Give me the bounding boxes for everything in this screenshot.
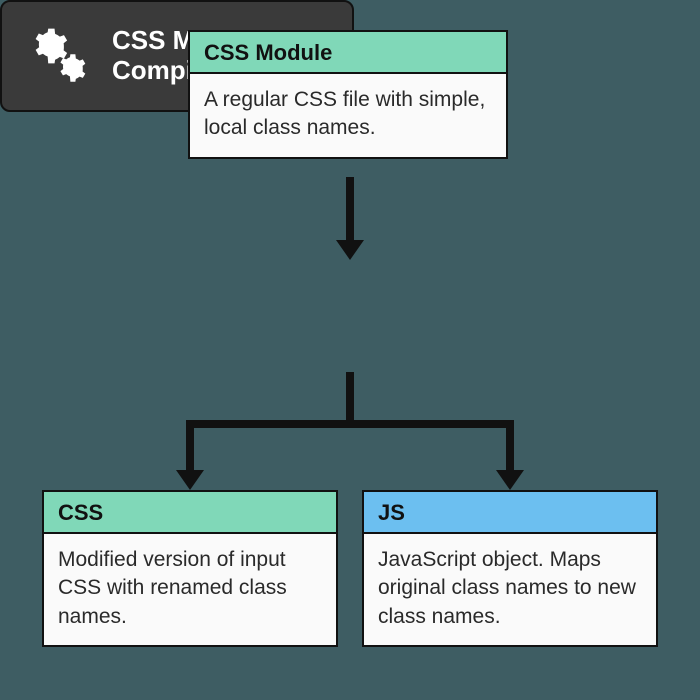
css-module-header: CSS Module	[190, 32, 506, 74]
arrow-to-js-shaft	[506, 420, 514, 472]
js-output-title: JS	[378, 500, 405, 525]
arrow-module-to-compiler-shaft	[346, 177, 354, 242]
arrow-compiler-down-shaft	[346, 372, 354, 424]
js-output-body: JavaScript object. Maps original class n…	[364, 534, 656, 645]
js-output-box: JS JavaScript object. Maps original clas…	[362, 490, 658, 647]
arrow-module-to-compiler-head	[336, 240, 364, 260]
css-output-header: CSS	[44, 492, 336, 534]
css-module-body: A regular CSS file with simple, local cl…	[190, 74, 506, 157]
css-output-body: Modified version of input CSS with renam…	[44, 534, 336, 645]
gear-icon	[56, 53, 86, 83]
gears-icon	[30, 27, 92, 85]
css-module-title: CSS Module	[204, 40, 332, 65]
arrow-to-css-shaft	[186, 420, 194, 472]
css-output-box: CSS Modified version of input CSS with r…	[42, 490, 338, 647]
css-output-title: CSS	[58, 500, 103, 525]
arrow-to-js-head	[496, 470, 524, 490]
js-output-header: JS	[364, 492, 656, 534]
arrow-to-css-head	[176, 470, 204, 490]
css-module-box: CSS Module A regular CSS file with simpl…	[188, 30, 508, 159]
connector-split-bar	[186, 420, 514, 428]
